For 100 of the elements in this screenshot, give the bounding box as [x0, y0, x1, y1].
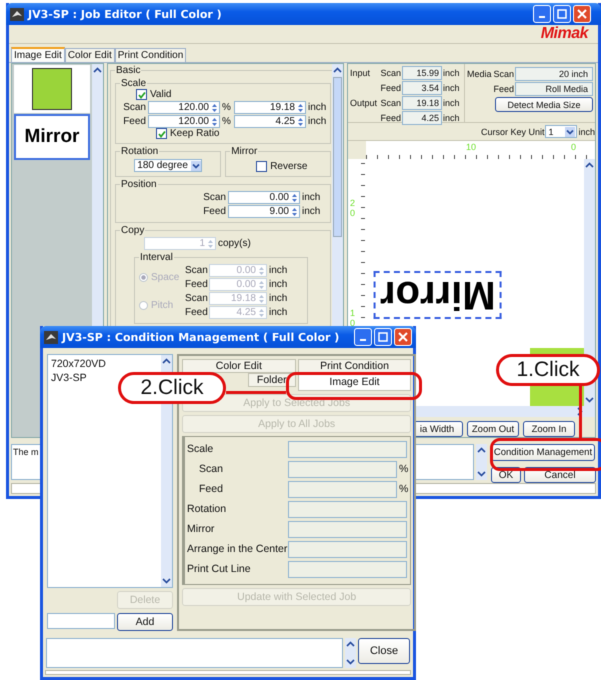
- scroll-up-icon: [585, 162, 594, 168]
- spinner-icon: [258, 294, 265, 304]
- unit-label: inch: [442, 113, 461, 123]
- close-button[interactable]: [573, 5, 591, 23]
- close-button[interactable]: [394, 328, 412, 346]
- scroll-up-icon: [333, 67, 342, 73]
- percent-field[interactable]: 120.00: [148, 101, 220, 114]
- tab[interactable]: Color Edit: [182, 359, 296, 373]
- list-item[interactable]: 720x720VD: [51, 357, 106, 371]
- window-title: JV3-SP : Condition Management ( Full Color ): [62, 330, 340, 344]
- readout-field: 4.25: [402, 111, 442, 125]
- maximize-button[interactable]: [374, 328, 392, 346]
- spinner-icon: [297, 102, 304, 112]
- group-title: Basic: [115, 65, 142, 76]
- unit-label: %: [398, 483, 408, 495]
- spinner-icon: [297, 116, 304, 126]
- view-button[interactable]: Zoom In: [523, 421, 575, 437]
- thumbnail-text: Mirror: [24, 126, 80, 148]
- spinner-icon: [258, 308, 265, 318]
- checkbox-label: Reverse: [270, 161, 308, 172]
- unit-label: inch: [578, 126, 595, 136]
- setting-label: Arrange in the Center: [187, 543, 288, 555]
- setting-label: Rotation: [187, 503, 228, 515]
- unit-label: inch: [269, 265, 288, 276]
- setting-label: Feed: [198, 483, 224, 495]
- spinner-icon: [291, 192, 298, 202]
- tab[interactable]: Folder: [248, 373, 296, 387]
- callout-label: 2.Click: [118, 372, 226, 404]
- position-field[interactable]: 0.00: [228, 191, 300, 204]
- spinner-icon: [258, 266, 265, 276]
- list-item[interactable]: JV3-SP: [51, 371, 87, 385]
- condition-name-field[interactable]: [47, 613, 115, 629]
- tab[interactable]: Print Condition: [114, 48, 186, 62]
- unit-label: %: [398, 463, 408, 475]
- unit-label: inch: [302, 192, 320, 203]
- rotation-dropdown[interactable]: 180 degree: [134, 159, 202, 172]
- position-field[interactable]: 9.00: [228, 205, 300, 218]
- detect-media-size-button[interactable]: Detect Media Size: [495, 97, 593, 112]
- field-label: Scan: [185, 265, 207, 276]
- minimize-button[interactable]: [354, 328, 372, 346]
- checkbox[interactable]: [156, 128, 167, 139]
- row-group-label: Media: [467, 69, 493, 79]
- scroll-up-icon: [477, 447, 486, 453]
- length-field[interactable]: 4.25: [234, 115, 306, 128]
- group-title: Rotation: [120, 146, 160, 157]
- group-title: Mirror: [230, 146, 258, 157]
- ruler-label: 0: [571, 142, 576, 152]
- tab[interactable]: Color Edit: [64, 48, 115, 62]
- unit-label: inch: [442, 98, 461, 108]
- thumbnail[interactable]: Mirror: [14, 114, 90, 160]
- row-group-label: Input: [350, 68, 372, 78]
- unit-label: inch: [302, 206, 320, 217]
- checkbox[interactable]: [136, 89, 147, 100]
- scroll-down-icon: [585, 397, 594, 403]
- scrollbar[interactable]: [476, 444, 487, 480]
- scrollbar[interactable]: [345, 638, 356, 668]
- minimize-button[interactable]: [533, 5, 551, 23]
- group-title: Copy: [120, 225, 146, 236]
- spinner-icon: [207, 238, 214, 248]
- scroll-down-icon: [477, 471, 486, 477]
- dropdown-arrow-icon: [565, 126, 576, 136]
- spinner-icon: [258, 280, 265, 290]
- setting-label: Scale: [187, 443, 214, 455]
- checkbox[interactable]: [256, 161, 268, 172]
- length-field[interactable]: 19.18: [234, 101, 306, 114]
- tab[interactable]: Print Condition: [298, 359, 412, 373]
- field-label: Feed: [185, 307, 207, 318]
- group-title: Position: [120, 179, 158, 190]
- maximize-icon: [557, 9, 567, 19]
- scroll-up-icon: [162, 358, 171, 364]
- maximize-button[interactable]: [553, 5, 571, 23]
- scroll-right-icon: [577, 407, 583, 416]
- unit-label: copy(s): [218, 238, 251, 249]
- percent-field[interactable]: 120.00: [148, 115, 220, 128]
- readout-field: 19.18: [402, 96, 442, 110]
- condition-management-button[interactable]: Condition Management: [491, 444, 595, 461]
- app-icon: [10, 8, 24, 20]
- unit-label: %: [222, 116, 232, 127]
- field-label: Feed: [185, 279, 207, 290]
- unit-label: inch: [269, 279, 288, 290]
- scroll-thumb[interactable]: [333, 77, 342, 237]
- cursor-unit-dropdown[interactable]: 1: [545, 125, 578, 138]
- scroll-up-icon: [346, 641, 355, 647]
- field-label: Feed: [122, 116, 146, 127]
- group-title: Interval: [139, 252, 174, 263]
- maximize-icon: [378, 332, 388, 342]
- message-text: The m: [13, 447, 39, 457]
- field-label: Scan: [202, 192, 226, 203]
- tab[interactable]: Image Edit: [11, 47, 65, 62]
- add-button[interactable]: Add: [117, 613, 173, 631]
- thumbnail[interactable]: [14, 65, 90, 113]
- canvas-image-text[interactable]: Mirror: [374, 271, 502, 319]
- spinner-icon: [291, 206, 298, 216]
- window-title: JV3-SP : Job Editor ( Full Color ): [28, 8, 222, 20]
- close-button[interactable]: Close: [358, 638, 410, 664]
- setting-label: Scan: [198, 463, 224, 475]
- unit-label: %: [222, 102, 232, 113]
- view-button[interactable]: Zoom Out: [467, 421, 519, 437]
- field-label: Feed: [380, 83, 402, 93]
- ruler-label: 20: [350, 199, 356, 219]
